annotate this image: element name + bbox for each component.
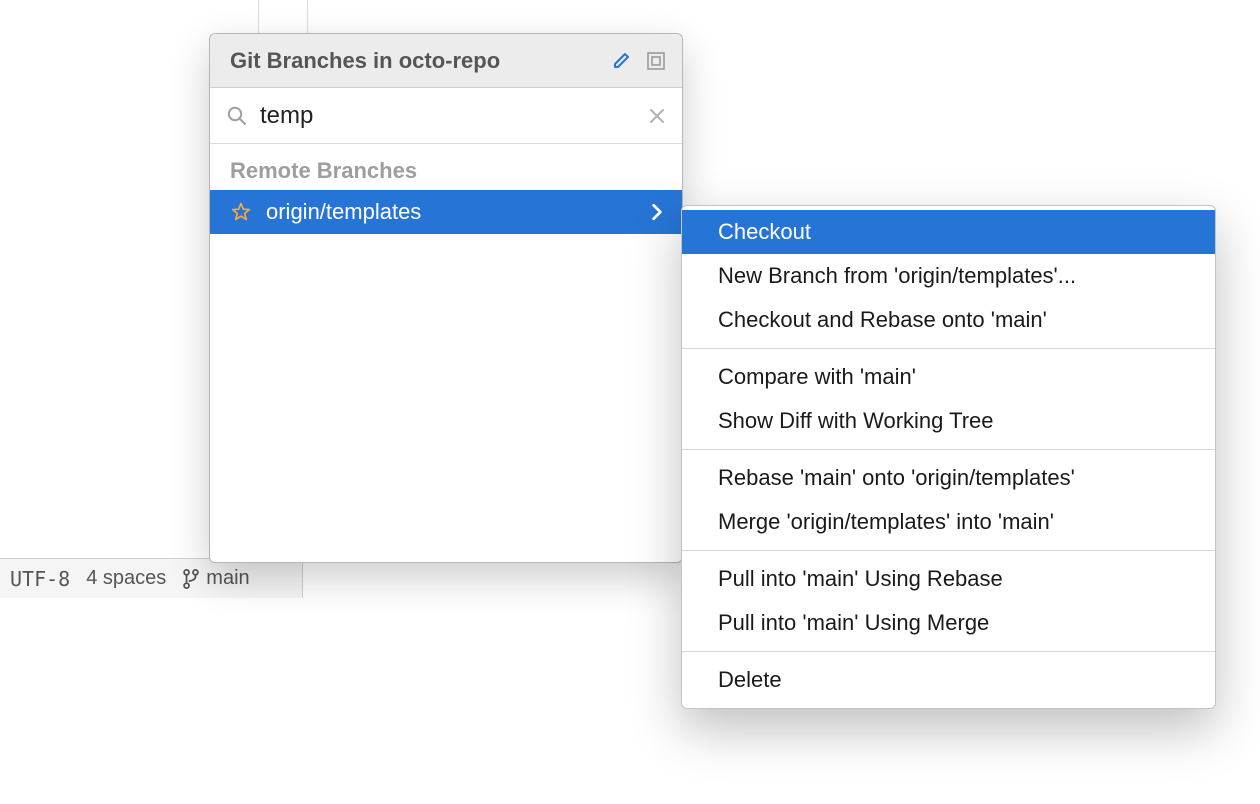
status-branch-name: main [206,567,249,590]
status-branch-widget[interactable]: main [182,567,249,590]
search-input[interactable] [260,102,636,130]
branch-actions-submenu: CheckoutNew Branch from 'origin/template… [681,205,1216,709]
popup-title: Git Branches in octo-repo [230,48,600,74]
git-branch-icon [182,569,200,589]
expand-icon[interactable] [644,49,668,73]
star-icon [230,201,252,223]
branch-item-origin-templates[interactable]: origin/templates [210,190,682,234]
submenu-item[interactable]: Checkout [682,210,1215,254]
git-branches-popup: Git Branches in octo-repo [209,33,683,563]
section-label-remote: Remote Branches [210,144,682,190]
status-encoding[interactable]: UTF-8 [10,567,70,591]
submenu-item[interactable]: New Branch from 'origin/templates'... [682,254,1215,298]
clear-search-icon[interactable] [648,107,666,125]
branch-name-label: origin/templates [266,199,636,225]
submenu-item[interactable]: Compare with 'main' [682,355,1215,399]
submenu-item[interactable]: Merge 'origin/templates' into 'main' [682,500,1215,544]
pencil-icon[interactable] [610,49,634,73]
submenu-item[interactable]: Pull into 'main' Using Rebase [682,557,1215,601]
submenu-item[interactable]: Show Diff with Working Tree [682,399,1215,443]
search-row [210,88,682,144]
submenu-item[interactable]: Pull into 'main' Using Merge [682,601,1215,645]
submenu-separator [682,651,1215,652]
status-bar: UTF-8 4 spaces main [0,558,303,598]
submenu-separator [682,449,1215,450]
submenu-item[interactable]: Checkout and Rebase onto 'main' [682,298,1215,342]
search-icon [226,105,248,127]
popup-header: Git Branches in octo-repo [210,34,682,88]
submenu-item[interactable]: Rebase 'main' onto 'origin/templates' [682,456,1215,500]
background-guide [258,0,308,33]
submenu-separator [682,550,1215,551]
submenu-separator [682,348,1215,349]
status-indent[interactable]: 4 spaces [86,567,166,590]
chevron-right-icon [650,203,664,221]
submenu-item[interactable]: Delete [682,658,1215,702]
